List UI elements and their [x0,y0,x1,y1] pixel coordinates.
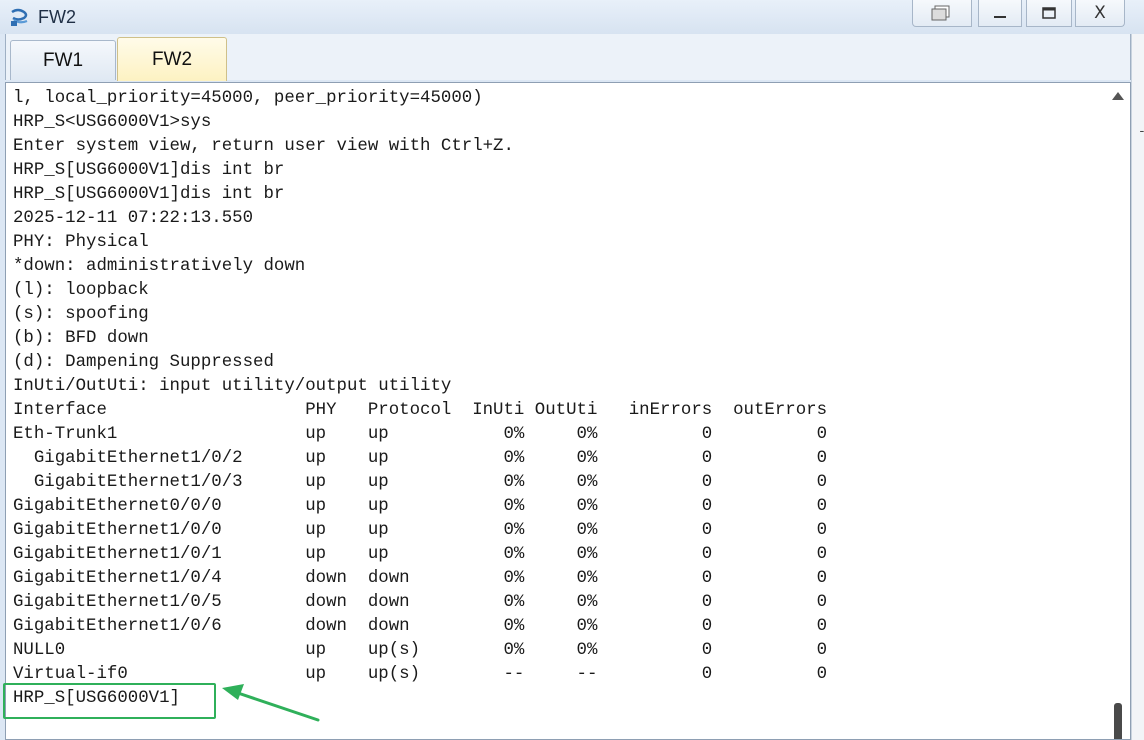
table-row: NULL0 up up(s) 0% 0% 0 0 [13,641,828,660]
console-line: InUti/OutUti: input utility/output utili… [13,377,452,396]
table-row: Eth-Trunk1 up up 0% 0% 0 0 [13,425,828,444]
table-row: GigabitEthernet1/0/4 down down 0% 0% 0 0 [13,569,828,588]
background-window-edge: - [1131,34,1144,740]
table-row: GigabitEthernet1/0/5 down down 0% 0% 0 0 [13,593,828,612]
table-header: Interface PHY Protocol InUti OutUti inEr… [13,401,828,420]
console-line: (b): BFD down [13,329,149,348]
minimize-icon [994,16,1006,18]
console-line: l, local_priority=45000, peer_priority=4… [13,89,483,108]
table-row: GigabitEthernet1/0/2 up up 0% 0% 0 0 [13,449,828,468]
vertical-scrollbar[interactable] [1107,83,1130,739]
table-row: GigabitEthernet1/0/1 up up 0% 0% 0 0 [13,545,828,564]
maximize-icon [1042,7,1056,19]
console-line: (l): loopback [13,281,149,300]
restore-icon [931,5,950,21]
maximize-button[interactable] [1026,0,1072,27]
console-output[interactable]: l, local_priority=45000, peer_priority=4… [5,82,1131,740]
terminal-window: FW2 X FW1 FW2 l, local_priority=45000, p… [0,0,1144,740]
console-line: (d): Dampening Suppressed [13,353,274,372]
prompt-highlight-box [3,683,216,719]
scroll-up-arrow-icon[interactable] [1112,92,1124,100]
tab-fw2[interactable]: FW2 [117,37,227,81]
table-row: GigabitEthernet1/0/3 up up 0% 0% 0 0 [13,473,828,492]
table-row: GigabitEthernet0/0/0 up up 0% 0% 0 0 [13,497,828,516]
console-lines: l, local_priority=45000, peer_priority=4… [13,87,1103,711]
console-line: PHY: Physical [13,233,149,252]
restore-button[interactable] [912,0,972,27]
app-icon [11,8,28,26]
console-line: HRP_S[USG6000V1]dis int br [13,185,285,204]
console-line: Enter system view, return user view with… [13,137,514,156]
table-row: GigabitEthernet1/0/0 up up 0% 0% 0 0 [13,521,828,540]
tab-fw1[interactable]: FW1 [10,40,116,80]
title-bar[interactable]: FW2 X [0,0,1144,34]
console-line: (s): spoofing [13,305,149,324]
console-line: 2025-12-11 07:22:13.550 [13,209,254,228]
close-button[interactable]: X [1075,0,1125,27]
console-line: HRP_S<USG6000V1>sys [13,113,212,132]
window-title: FW2 [38,7,76,27]
console-line: HRP_S[USG6000V1]dis int br [13,161,285,180]
console-line: *down: administratively down [13,257,306,276]
tab-strip: FW1 FW2 [5,34,1131,81]
table-row: GigabitEthernet1/0/6 down down 0% 0% 0 0 [13,617,828,636]
scroll-thumb[interactable] [1114,703,1122,739]
edge-glyph: - [1138,124,1144,139]
minimize-button[interactable] [978,0,1022,27]
